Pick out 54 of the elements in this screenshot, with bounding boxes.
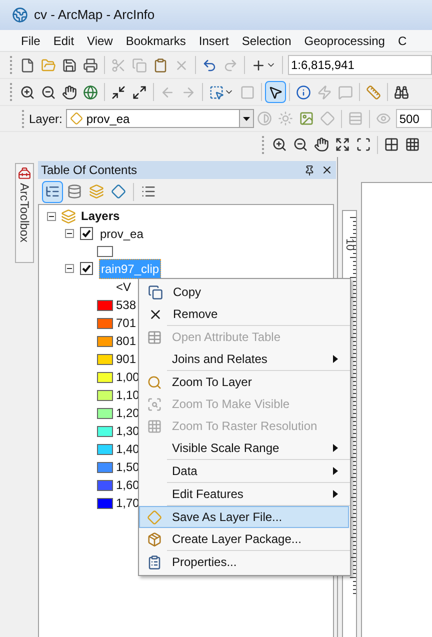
layer-dropdown[interactable]: prov_ea <box>66 109 254 128</box>
menu-item[interactable]: Save As Layer File... <box>139 506 349 528</box>
properties-icon <box>146 554 162 570</box>
window-title: cv - ArcMap - ArcInfo <box>34 6 155 24</box>
menu-item[interactable]: Selection <box>236 32 296 50</box>
menu-item[interactable]: Data <box>139 460 349 482</box>
caret-icon <box>239 110 254 127</box>
menu-item[interactable]: Geoprocessing <box>299 32 390 50</box>
layers-icon <box>61 208 76 224</box>
collapse-icon[interactable] <box>65 229 74 238</box>
menu-item[interactable]: Visible Scale Range <box>139 437 349 459</box>
menu-item[interactable]: Create Layer Package... <box>139 528 349 550</box>
menu-item[interactable]: Copy <box>140 281 349 303</box>
menu-item[interactable]: Joins and Relates <box>139 348 349 370</box>
side-tab[interactable]: ArcToolbox <box>15 163 34 263</box>
app-icon <box>12 7 28 23</box>
layer-label: Layer: <box>29 110 62 128</box>
checkbox[interactable] <box>80 262 93 275</box>
transparency-field[interactable]: 500 <box>396 109 432 128</box>
menu-item[interactable]: File <box>16 32 46 50</box>
zoom-icon <box>146 396 162 412</box>
menu-item[interactable]: Edit Features <box>139 483 349 505</box>
menu-item[interactable]: Bookmarks <box>120 32 191 50</box>
tree-item[interactable]: Layers <box>81 207 120 225</box>
legend-label: 801 <box>116 333 136 350</box>
menu-item[interactable]: C <box>392 32 412 50</box>
tree-icon[interactable] <box>42 180 63 202</box>
pointer-icon[interactable] <box>265 81 286 103</box>
menu-item[interactable]: Edit <box>48 32 80 50</box>
collapse-icon[interactable] <box>47 212 56 220</box>
table-icon <box>146 330 162 344</box>
legend-label: 901 <box>116 351 136 368</box>
menu-item[interactable]: View <box>82 32 118 50</box>
zoom-icon <box>146 374 162 390</box>
pin-icon[interactable] <box>304 164 315 176</box>
diamond-icon <box>146 510 162 524</box>
package-icon <box>146 532 162 546</box>
toolbox-icon <box>18 167 31 180</box>
layer-icon <box>70 112 84 125</box>
menu-item[interactable]: Properties... <box>139 551 349 573</box>
collapse-icon[interactable] <box>65 264 74 273</box>
tree-item[interactable]: prov_ea <box>99 224 144 242</box>
copy-icon <box>148 284 162 300</box>
legend-heading: <V <box>116 278 132 296</box>
zoom-grid-icon <box>146 418 162 434</box>
checkbox[interactable] <box>80 227 93 240</box>
menu-item[interactable]: Remove <box>140 303 349 325</box>
panel-title: Table Of Contents <box>41 162 138 179</box>
close-icon[interactable] <box>321 164 333 176</box>
legend-label: 701 <box>116 315 136 332</box>
legend-label: 538 <box>116 297 136 314</box>
menu-item[interactable]: Insert <box>194 32 234 50</box>
scale-field[interactable]: 1:6,815,941 <box>288 55 432 75</box>
menu-item[interactable]: Zoom To Layer <box>139 371 349 393</box>
